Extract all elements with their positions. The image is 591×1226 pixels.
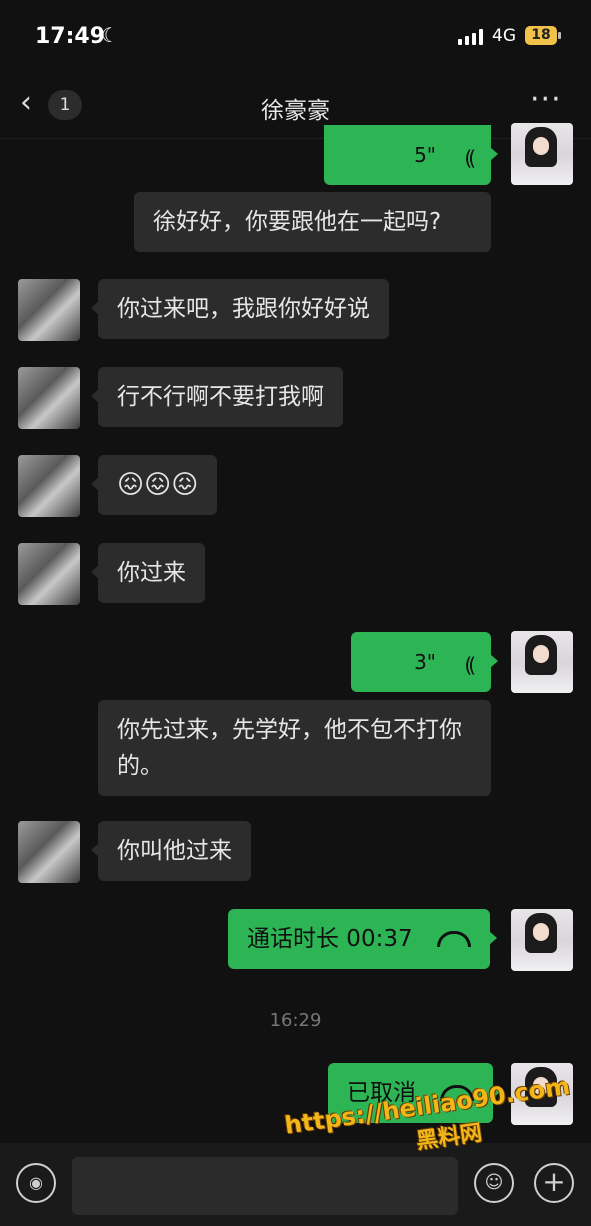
more-options-icon[interactable]: ··· <box>530 82 562 117</box>
phone-hangup-icon <box>436 931 471 947</box>
battery-tip <box>558 32 561 39</box>
call-duration-text: 通话时长 00:37 <box>247 926 413 952</box>
message-bubble[interactable]: 你叫他过来 <box>91 821 251 881</box>
message-bubble[interactable]: 你先过来，先学好，他不包不打你的。 <box>98 700 491 796</box>
message-input[interactable] <box>72 1157 458 1215</box>
voice-wave-icon <box>450 140 472 176</box>
avatar-contact[interactable] <box>18 543 80 605</box>
message-bubble[interactable]: 行不行啊不要打我啊 <box>91 367 343 427</box>
avatar-contact[interactable] <box>18 821 80 883</box>
voice-wave-icon <box>450 647 472 683</box>
signal-icon <box>458 29 484 45</box>
avatar-self[interactable] <box>511 123 573 185</box>
status-bar: 17:49 ☾ 4G 18 <box>0 0 591 74</box>
voice-duration: 3" <box>414 650 436 674</box>
message-bubble[interactable]: 你过来吧，我跟你好好说 <box>91 279 389 339</box>
chat-header: ‹ 1 徐豪豪 ··· <box>0 74 591 139</box>
moon-icon: ☾ <box>101 23 119 47</box>
avatar-contact[interactable] <box>18 367 80 429</box>
avatar-contact[interactable] <box>18 279 80 341</box>
network-type: 4G <box>492 26 516 46</box>
message-bubble[interactable]: 徐好好，你要跟他在一起吗? <box>134 192 491 252</box>
clock: 17:49 <box>35 24 106 49</box>
message-timestamp: 16:29 <box>269 1010 322 1031</box>
call-record-message[interactable]: 通话时长 00:37 <box>228 909 497 969</box>
voice-message[interactable]: 5" <box>324 125 498 185</box>
voice-message[interactable]: 3" <box>351 632 498 692</box>
avatar-contact[interactable] <box>18 455 80 517</box>
voice-duration: 5" <box>414 143 436 167</box>
plus-icon[interactable]: + <box>534 1163 574 1203</box>
avatar-self[interactable] <box>511 909 573 971</box>
emoji-message[interactable]: 😖😖😖 <box>90 455 218 515</box>
battery-icon: 18 <box>525 26 557 45</box>
message-bubble[interactable]: 你过来 <box>91 543 205 603</box>
voice-input-icon[interactable]: ◉ <box>16 1163 56 1203</box>
avatar-self[interactable] <box>511 631 573 693</box>
chat-title: 徐豪豪 <box>261 98 330 124</box>
emoji-icon[interactable]: ☺ <box>474 1163 514 1203</box>
